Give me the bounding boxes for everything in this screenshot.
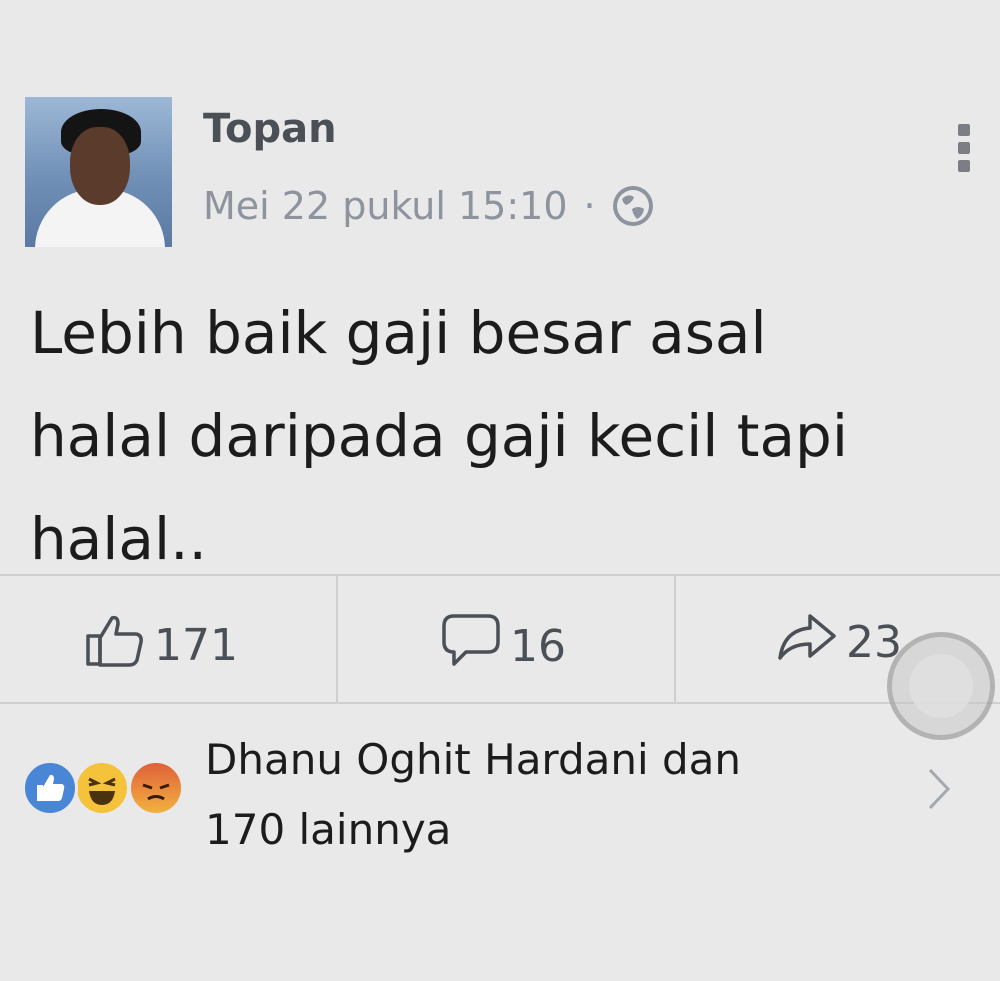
divider (674, 575, 676, 702)
like-button[interactable]: 171 (84, 612, 238, 679)
avatar[interactable] (25, 97, 172, 247)
post-text: Lebih baik gaji besar asal halal daripad… (30, 299, 848, 573)
thumbs-up-icon (84, 612, 154, 679)
reaction-icons[interactable] (22, 760, 187, 820)
haha-icon (74, 760, 130, 816)
post-meta: Mei 22 pukul 15:10 · (203, 183, 656, 229)
divider (0, 702, 1000, 704)
reaction-summary-line: Dhanu Oghit Hardani dan (205, 735, 742, 784)
comment-icon (440, 612, 510, 681)
post-timestamp[interactable]: Mei 22 pukul 15:10 (203, 184, 568, 228)
like-icon (22, 760, 78, 816)
divider (0, 574, 1000, 576)
author-name[interactable]: Topan (203, 106, 337, 152)
more-options-icon[interactable] (958, 124, 972, 172)
reaction-summary[interactable]: Dhanu Oghit Hardani dan 170 lainnya (205, 725, 845, 865)
meta-separator: · (583, 184, 596, 228)
share-icon (776, 612, 846, 673)
globe-icon (610, 183, 656, 229)
like-count: 171 (154, 620, 238, 671)
divider (336, 575, 338, 702)
share-button[interactable]: 23 (776, 612, 902, 673)
comment-button[interactable]: 16 (440, 612, 566, 681)
reaction-summary-line: 170 lainnya (205, 805, 452, 854)
angry-icon (128, 760, 184, 816)
chevron-right-icon[interactable] (926, 766, 952, 816)
comment-count: 16 (510, 621, 566, 672)
assistive-touch-button[interactable] (887, 632, 995, 740)
